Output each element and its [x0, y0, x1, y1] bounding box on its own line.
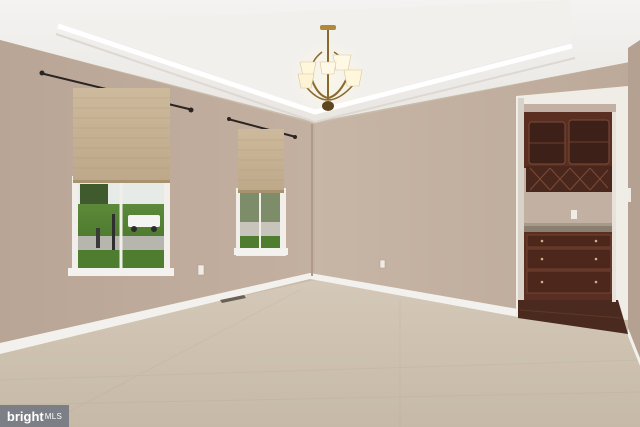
- brightmls-watermark: bright MLS: [0, 405, 69, 427]
- wine-rack: [526, 166, 612, 192]
- wall-switch: [628, 188, 631, 202]
- built-in-bar: [516, 86, 628, 334]
- wall-outlet-left: [197, 264, 205, 276]
- window-shade-middle: [238, 129, 284, 192]
- wall-outlet-back: [379, 259, 386, 269]
- room-photo: [0, 0, 640, 427]
- watermark-suffix: MLS: [44, 411, 63, 421]
- watermark-brand: bright: [6, 408, 44, 424]
- right-wall: [628, 40, 640, 366]
